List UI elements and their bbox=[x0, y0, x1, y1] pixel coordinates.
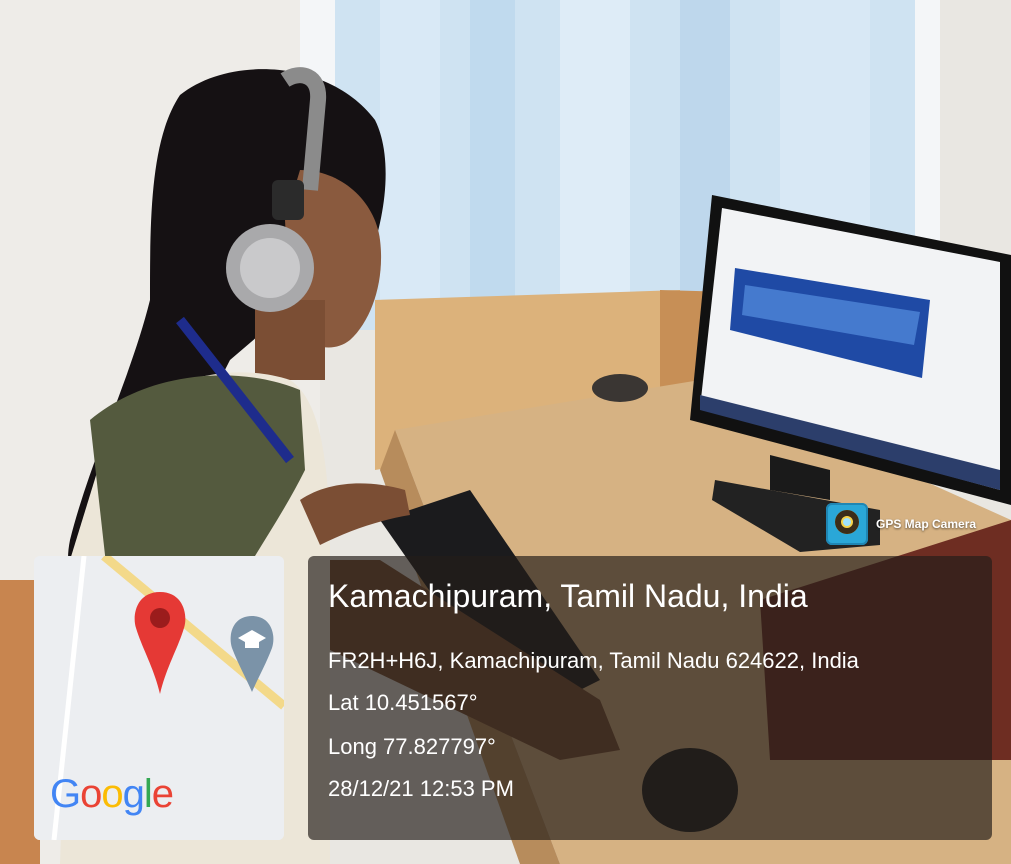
neck bbox=[255, 300, 325, 380]
curtain-fold bbox=[560, 0, 630, 330]
headphone-slider bbox=[272, 180, 304, 220]
curtain-fold bbox=[470, 0, 515, 330]
photo-scene: GPS Map Camera Google Kamachipuram, Tami… bbox=[0, 0, 1011, 864]
location-datetime: 28/12/21 12:53 PM bbox=[328, 776, 514, 801]
gps-camera-badge: GPS Map Camera bbox=[826, 500, 992, 548]
location-latitude: Lat 10.451567° bbox=[328, 690, 478, 715]
camera-lens-icon bbox=[826, 503, 868, 545]
headphone-earcup-inner bbox=[240, 238, 300, 298]
location-overlay: Kamachipuram, Tamil Nadu, India FR2H+H6J… bbox=[308, 556, 992, 840]
map-thumbnail: Google bbox=[34, 556, 284, 840]
location-longitude: Long 77.827797° bbox=[328, 734, 496, 759]
curtain-fold bbox=[380, 0, 440, 330]
desk-object bbox=[592, 374, 648, 402]
badge-label: GPS Map Camera bbox=[876, 517, 977, 531]
location-title: Kamachipuram, Tamil Nadu, India bbox=[328, 578, 808, 614]
lens-graphic bbox=[835, 510, 859, 534]
google-logo: Google bbox=[50, 772, 174, 816]
location-address: FR2H+H6J, Kamachipuram, Tamil Nadu 62462… bbox=[328, 648, 859, 673]
